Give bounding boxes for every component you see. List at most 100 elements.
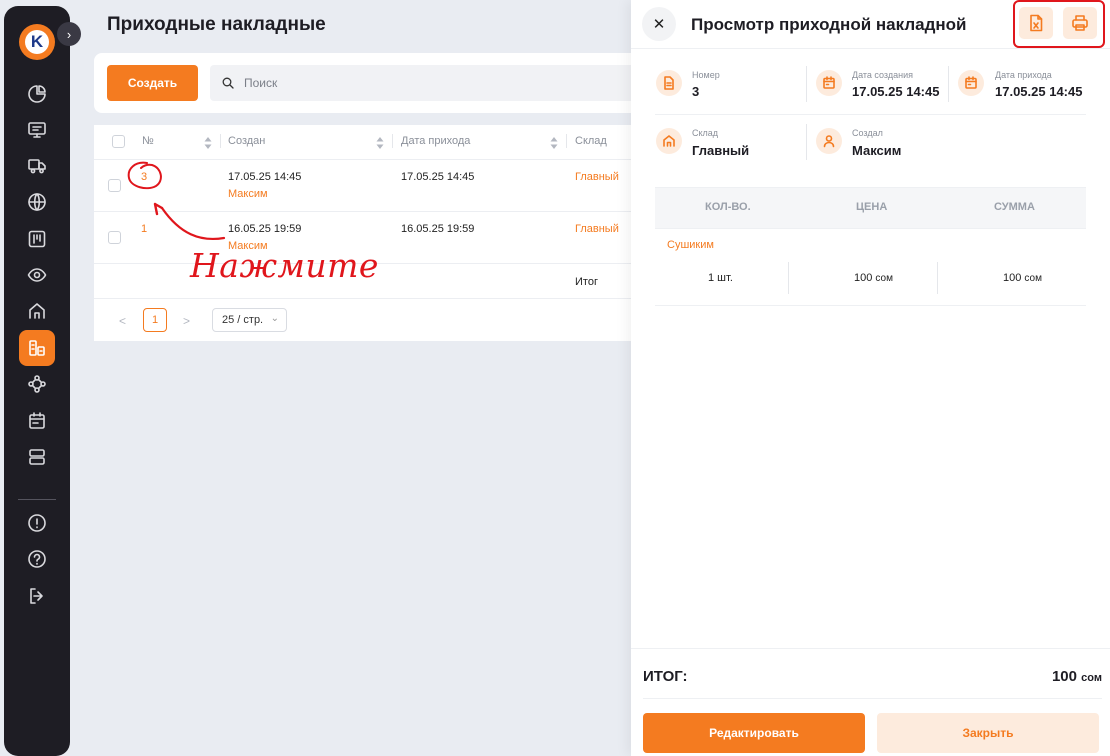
item-sum-unit: сом	[1024, 273, 1042, 284]
column-separator	[392, 134, 393, 148]
nav-alerts[interactable]	[19, 505, 55, 541]
select-all-checkbox[interactable]	[112, 135, 125, 148]
edit-button[interactable]: Редактировать	[643, 713, 865, 753]
sort-icon[interactable]	[376, 136, 384, 149]
calendar-icon	[29, 412, 45, 429]
col-header-qty: КОЛ-ВО.	[705, 201, 751, 213]
page-size-select[interactable]: 25 / стр. ⌄	[212, 308, 287, 332]
document-icon	[656, 70, 682, 96]
chevron-down-icon: ⌄	[270, 313, 279, 324]
info-separator	[806, 66, 807, 102]
page-title: Приходные накладные	[107, 14, 326, 35]
home-icon	[29, 303, 45, 319]
excel-file-icon	[1030, 14, 1043, 32]
info-separator	[806, 124, 807, 160]
truck-icon	[28, 159, 46, 174]
col-header-sum: СУММА	[994, 201, 1035, 213]
nav-online[interactable]	[19, 184, 55, 220]
nav-logout[interactable]	[19, 578, 55, 614]
header-divider	[631, 48, 1110, 49]
sidebar-expand-button[interactable]: ›	[57, 22, 81, 46]
nav-delivery[interactable]	[19, 148, 55, 184]
nodes-icon	[28, 375, 46, 393]
prev-page-button[interactable]: <	[119, 314, 126, 328]
eye-icon	[27, 268, 47, 282]
monitor-icon	[28, 122, 46, 138]
print-button[interactable]	[1063, 7, 1097, 39]
server-icon	[29, 449, 45, 465]
col-header-price: ЦЕНА	[856, 201, 888, 213]
item-sum: 100 сом	[1003, 272, 1042, 284]
row-created: 16.05.25 19:59	[228, 223, 302, 235]
nav-storage[interactable]	[19, 439, 55, 475]
items-divider	[655, 305, 1086, 306]
item-name: Сушиким	[667, 239, 714, 251]
row-checkbox[interactable]	[108, 231, 121, 244]
number-value: 3	[692, 84, 700, 99]
total-unit: сом	[1081, 672, 1102, 684]
nav-help[interactable]	[19, 541, 55, 577]
nav-integrations[interactable]	[19, 366, 55, 402]
home-icon	[656, 128, 682, 154]
footer-divider	[643, 698, 1102, 699]
sort-icon[interactable]	[204, 136, 212, 149]
search-icon	[222, 77, 234, 89]
total-label: ИТОГ:	[643, 668, 688, 685]
logout-icon	[30, 588, 43, 604]
row-created: 17.05.25 14:45	[228, 171, 302, 183]
row-checkbox[interactable]	[108, 179, 121, 192]
column-separator	[220, 134, 221, 148]
table-total-label: Итог	[575, 276, 598, 288]
search-input[interactable]	[244, 75, 624, 91]
row-warehouse[interactable]: Главный	[575, 223, 619, 235]
row-separator	[94, 159, 644, 160]
item-price-unit: сом	[875, 273, 893, 284]
drawer-close-button[interactable]: ✕	[642, 7, 676, 41]
item-price-value: 100	[854, 272, 873, 284]
app-logo[interactable]: K	[19, 24, 55, 60]
warehouse-label: Склад	[692, 128, 719, 138]
item-separator	[937, 262, 938, 294]
number-label: Номер	[692, 70, 720, 80]
row-arrival: 16.05.25 19:59	[401, 223, 475, 235]
total-value: 100 сом	[1052, 668, 1102, 685]
author-label: Создал	[852, 128, 883, 138]
row-number-link[interactable]: 1	[141, 223, 147, 235]
annotation-circle	[127, 161, 162, 190]
arrival-date-value: 17.05.25 14:45	[995, 84, 1083, 99]
next-page-button[interactable]: >	[183, 314, 190, 328]
create-button[interactable]: Создать	[107, 65, 198, 101]
close-button[interactable]: Закрыть	[877, 713, 1099, 753]
row-arrival: 17.05.25 14:45	[401, 171, 475, 183]
col-header-warehouse[interactable]: Склад	[575, 135, 607, 147]
page-1-button[interactable]: 1	[143, 308, 167, 332]
nav-view[interactable]	[19, 257, 55, 293]
nav-home[interactable]	[19, 293, 55, 329]
sort-icon[interactable]	[550, 136, 558, 149]
nav-board[interactable]	[19, 221, 55, 257]
item-sum-value: 100	[1003, 272, 1022, 284]
nav-pos[interactable]	[19, 112, 55, 148]
author-value: Максим	[852, 143, 902, 158]
row-warehouse[interactable]: Главный	[575, 171, 619, 183]
sidebar-divider	[18, 499, 56, 500]
export-excel-button[interactable]	[1019, 7, 1053, 39]
row-author[interactable]: Максим	[228, 188, 268, 200]
close-icon: ✕	[652, 16, 666, 33]
warehouse-value: Главный	[692, 143, 750, 158]
col-header-arrival[interactable]: Дата прихода	[401, 135, 470, 147]
created-date-label: Дата создания	[852, 70, 913, 80]
page-size-value: 25 / стр.	[222, 314, 264, 326]
col-header-num[interactable]: №	[142, 135, 154, 147]
item-qty: 1 шт.	[708, 272, 733, 284]
created-date-value: 17.05.25 14:45	[852, 84, 940, 99]
col-header-created[interactable]: Создан	[228, 135, 265, 147]
column-separator	[566, 134, 567, 148]
nav-dashboard[interactable]	[19, 76, 55, 112]
arrival-date-label: Дата прихода	[995, 70, 1052, 80]
nav-calendar[interactable]	[19, 403, 55, 439]
nav-warehouse[interactable]	[19, 330, 55, 366]
info-divider	[655, 114, 1086, 115]
info-separator	[948, 66, 949, 102]
calendar-icon	[958, 70, 984, 96]
